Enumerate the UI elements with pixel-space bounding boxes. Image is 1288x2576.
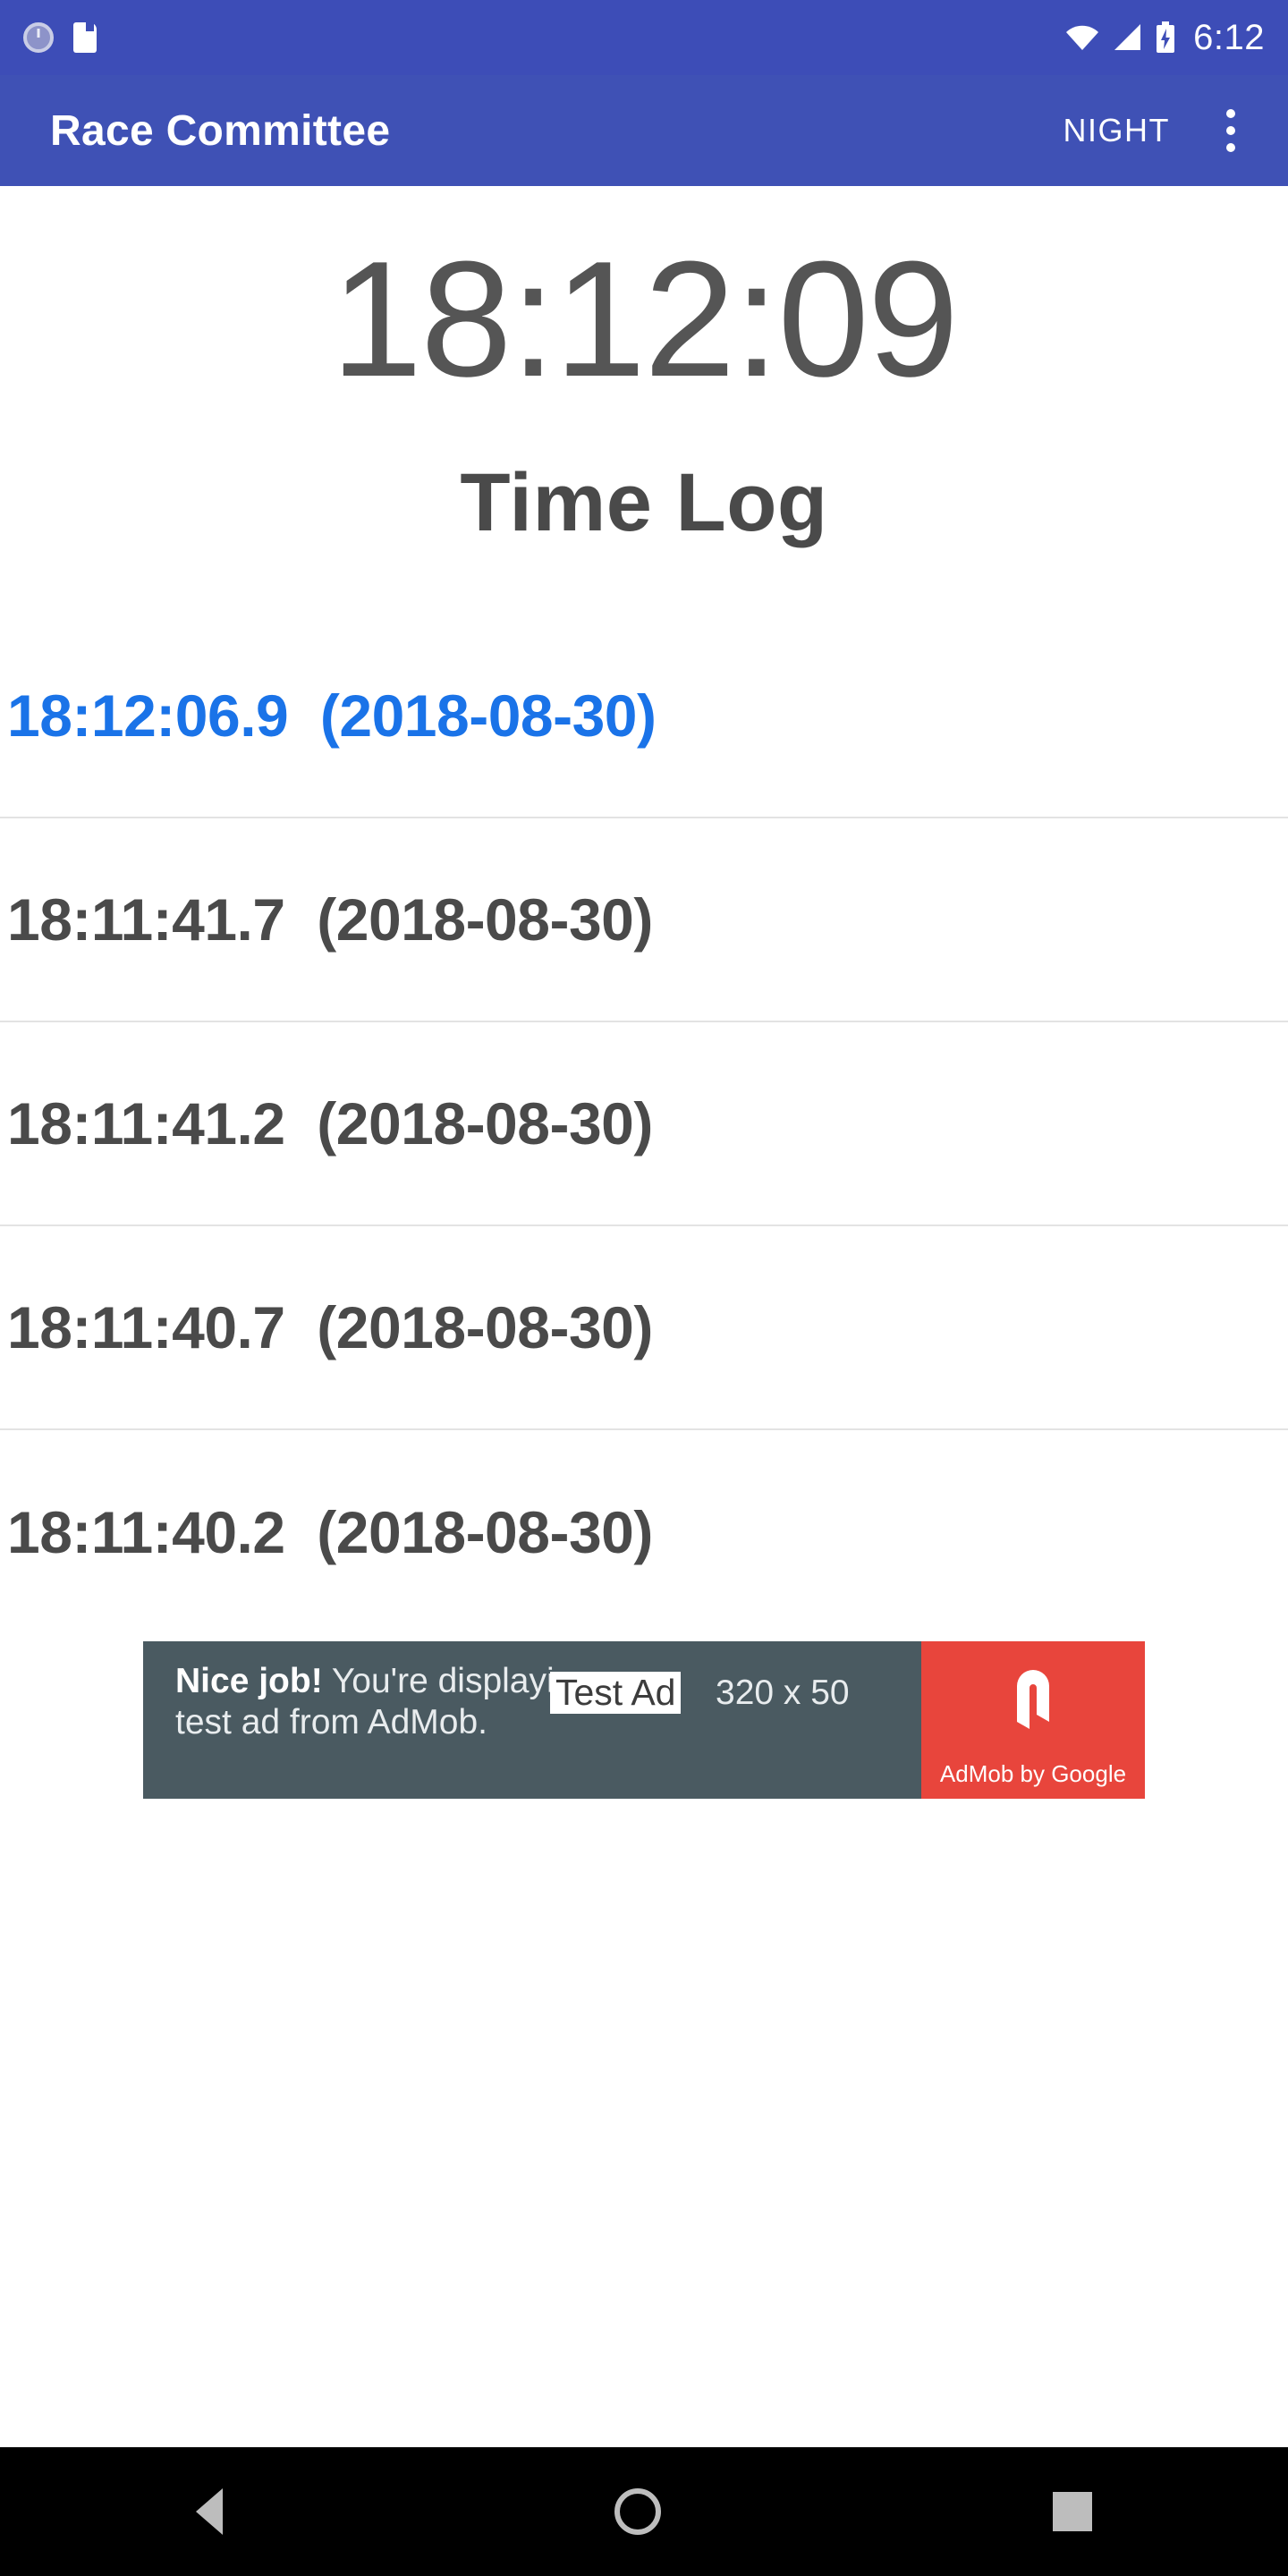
admob-logo-caption: AdMob by Google xyxy=(939,1760,1127,1787)
ad-test-badge: Test Ad xyxy=(550,1672,682,1715)
log-entry-text: 18:11:40.7 (2018-08-30) xyxy=(7,1294,653,1360)
status-bar-clock: 6:12 xyxy=(1193,17,1265,57)
main-content: 18:12:09 Time Log 18:12:06.9 (2018-08-30… xyxy=(0,186,1288,2447)
night-mode-button[interactable]: NIGHT xyxy=(1056,103,1178,158)
ad-container: Nice job! You're displaying a test ad fr… xyxy=(0,1641,1288,1799)
admob-logo: AdMob by Google xyxy=(921,1641,1145,1799)
list-item[interactable]: 18:11:40.7 (2018-08-30) xyxy=(0,1226,1288,1430)
app-bar-actions: NIGHT xyxy=(1056,100,1257,161)
list-item[interactable]: 18:11:41.2 (2018-08-30) xyxy=(0,1022,1288,1226)
sd-card-icon xyxy=(73,22,97,53)
ad-copy: Nice job! You're displaying a test ad fr… xyxy=(143,1641,921,1799)
ad-headline: Nice job! xyxy=(175,1662,323,1700)
list-item[interactable]: 18:12:06.9 (2018-08-30) xyxy=(0,614,1288,818)
status-bar: 6:12 xyxy=(0,0,1288,75)
overflow-menu-icon[interactable] xyxy=(1206,100,1256,161)
time-log-list[interactable]: 18:12:06.9 (2018-08-30) 18:11:41.7 (2018… xyxy=(0,614,1288,1634)
log-entry-text: 18:12:06.9 (2018-08-30) xyxy=(7,682,657,749)
page-title: Race Committee xyxy=(50,106,391,155)
admob-logo-icon xyxy=(990,1656,1076,1741)
system-nav-bar xyxy=(0,2447,1288,2576)
cell-signal-icon xyxy=(1113,23,1143,52)
overflow-dot xyxy=(1226,126,1235,135)
time-log-heading: Time Log xyxy=(460,457,828,548)
ad-size-label: 320 x 50 xyxy=(716,1674,850,1712)
log-entry-text: 18:11:40.2 (2018-08-30) xyxy=(7,1499,653,1565)
overflow-dot xyxy=(1226,143,1235,152)
back-button-icon[interactable] xyxy=(196,2488,223,2535)
status-bar-right-icons: 6:12 xyxy=(1064,18,1265,58)
log-entry-text: 18:11:41.2 (2018-08-30) xyxy=(7,1090,653,1157)
wifi-icon xyxy=(1064,24,1100,51)
status-bar-left-icons xyxy=(23,22,97,53)
list-item[interactable]: 18:11:40.2 (2018-08-30) xyxy=(0,1430,1288,1634)
recent-apps-button-icon[interactable] xyxy=(1053,2492,1092,2531)
sync-icon xyxy=(23,22,54,53)
log-entry-text: 18:11:41.7 (2018-08-30) xyxy=(7,886,653,953)
ad-body-line2: test ad from AdMob. xyxy=(175,1703,488,1742)
app-bar: Race Committee NIGHT xyxy=(0,75,1288,186)
admob-test-banner[interactable]: Nice job! You're displaying a test ad fr… xyxy=(143,1641,1145,1799)
phone-screen: 6:12 Race Committee NIGHT 18:12:09 Time … xyxy=(0,0,1288,2576)
list-item[interactable]: 18:11:41.7 (2018-08-30) xyxy=(0,818,1288,1022)
home-button-icon[interactable] xyxy=(614,2488,661,2535)
running-clock: 18:12:09 xyxy=(330,226,959,411)
battery-charging-icon xyxy=(1156,21,1175,54)
overflow-dot xyxy=(1226,109,1235,118)
